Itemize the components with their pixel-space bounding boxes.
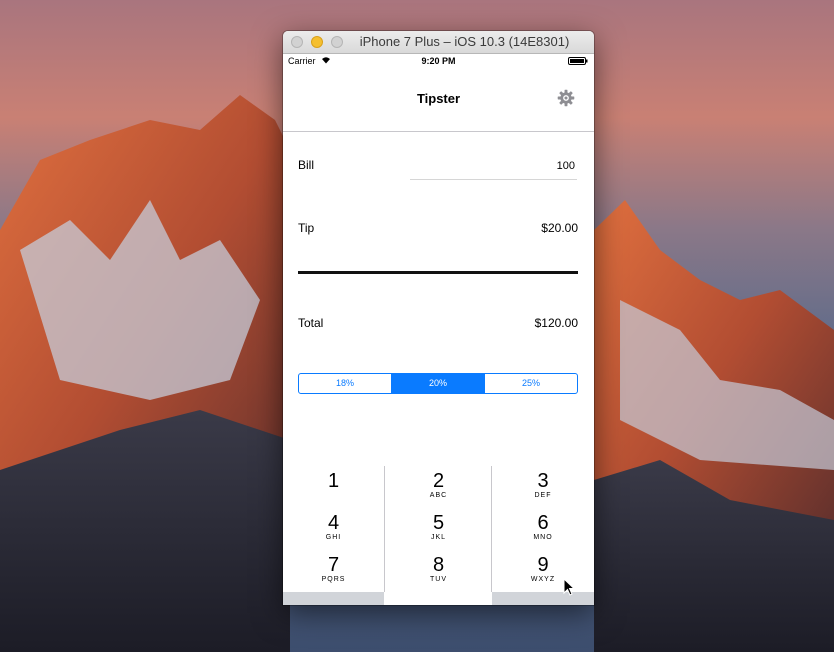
key-digit: 2 bbox=[432, 470, 445, 492]
key-4[interactable]: 4 GHI bbox=[283, 508, 384, 550]
battery-icon bbox=[568, 57, 588, 65]
key-0[interactable]: 0 bbox=[385, 592, 492, 605]
bill-label: Bill bbox=[298, 158, 315, 172]
tip-segment-20[interactable]: 20% bbox=[391, 374, 484, 393]
key-letters: PQRS bbox=[321, 576, 346, 583]
total-amount: $120.00 bbox=[534, 316, 578, 330]
key-6[interactable]: 6 MNO bbox=[492, 508, 594, 550]
keypad-separator bbox=[384, 466, 385, 592]
zoom-button[interactable] bbox=[331, 36, 343, 48]
key-digit: 4 bbox=[327, 512, 340, 534]
key-digit: 3 bbox=[537, 470, 549, 492]
key-digit: 8 bbox=[432, 554, 445, 576]
key-2[interactable]: 2 ABC bbox=[385, 466, 492, 508]
close-button[interactable] bbox=[291, 36, 303, 48]
key-digit: 5 bbox=[432, 512, 445, 534]
total-label: Total bbox=[298, 316, 324, 330]
tip-label: Tip bbox=[298, 221, 315, 235]
key-letters: ABC bbox=[429, 492, 448, 499]
gear-icon[interactable] bbox=[557, 89, 575, 107]
tip-segment-25[interactable]: 25% bbox=[484, 374, 577, 393]
key-8[interactable]: 8 TUV bbox=[385, 550, 492, 592]
key-letters: WXYZ bbox=[530, 576, 556, 583]
key-digit: 7 bbox=[327, 554, 340, 576]
key-digit: 1 bbox=[327, 470, 340, 492]
tip-amount: $20.00 bbox=[541, 221, 578, 235]
key-1[interactable]: 1 bbox=[283, 466, 384, 508]
ios-screen: Carrier 9:20 PM Tipster Bill 100 Tip $20… bbox=[283, 54, 594, 605]
number-keypad: 1 2 ABC 3 DEF 4 GHI 5 JKL 6 MNO 7 PQRS 8… bbox=[283, 466, 594, 605]
key-letters: JKL bbox=[430, 534, 447, 541]
tip-segment-18[interactable]: 18% bbox=[299, 374, 391, 393]
minimize-button[interactable] bbox=[311, 36, 323, 48]
mouse-cursor-icon bbox=[563, 578, 575, 596]
key-letters: GHI bbox=[325, 534, 342, 541]
key-3[interactable]: 3 DEF bbox=[492, 466, 594, 508]
status-time: 9:20 PM bbox=[421, 56, 456, 66]
divider-line bbox=[298, 271, 578, 274]
key-9[interactable]: 9 WXYZ bbox=[492, 550, 594, 592]
simulator-window: iPhone 7 Plus – iOS 10.3 (14E8301) Carri… bbox=[283, 31, 594, 605]
key-5[interactable]: 5 JKL bbox=[385, 508, 492, 550]
status-bar: Carrier 9:20 PM bbox=[283, 54, 594, 68]
key-digit: 9 bbox=[537, 554, 549, 576]
navigation-bar: Tipster bbox=[283, 68, 594, 132]
key-delete[interactable] bbox=[492, 592, 594, 605]
key-decimal[interactable]: . bbox=[283, 592, 384, 605]
bill-input[interactable] bbox=[410, 153, 577, 180]
key-letters: MNO bbox=[533, 534, 553, 541]
window-titlebar[interactable]: iPhone 7 Plus – iOS 10.3 (14E8301) bbox=[283, 31, 594, 54]
tip-percentage-control: 18% 20% 25% bbox=[298, 373, 578, 394]
key-7[interactable]: 7 PQRS bbox=[283, 550, 384, 592]
page-title: Tipster bbox=[416, 91, 461, 106]
window-title: iPhone 7 Plus – iOS 10.3 (14E8301) bbox=[359, 34, 570, 49]
key-digit: 0 bbox=[385, 603, 492, 605]
key-letters: TUV bbox=[430, 576, 447, 583]
key-digit: 6 bbox=[537, 512, 549, 534]
key-digit: . bbox=[283, 603, 384, 605]
key-letters: DEF bbox=[534, 492, 552, 499]
keypad-separator bbox=[491, 466, 492, 592]
